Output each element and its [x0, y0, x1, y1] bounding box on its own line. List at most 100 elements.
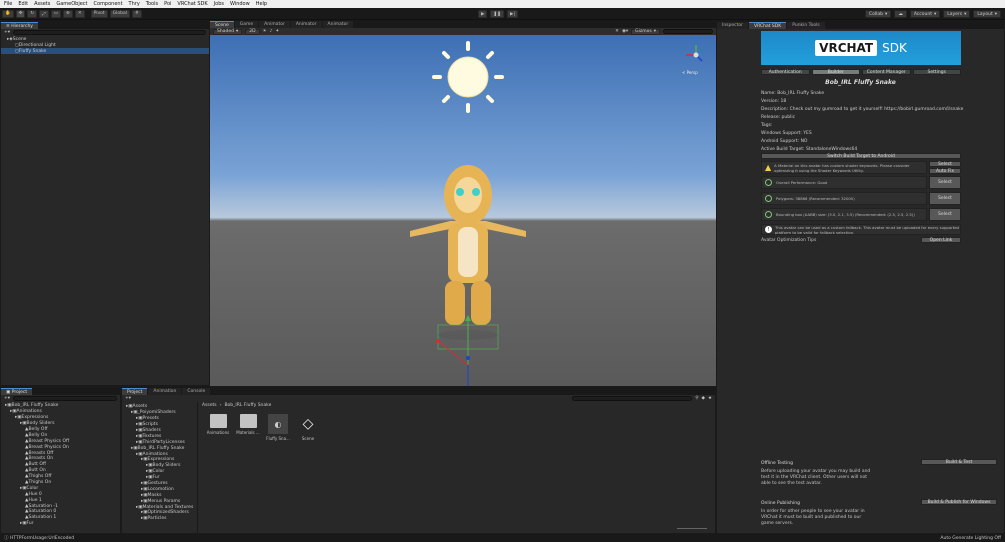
menu-item[interactable]: GameObject: [56, 1, 87, 7]
check-select-button[interactable]: Select: [929, 176, 961, 189]
step-icon[interactable]: ▶|: [507, 10, 518, 18]
menu-item[interactable]: VRChat SDK: [177, 1, 207, 7]
breadcrumb-item[interactable]: Assets: [202, 403, 217, 408]
check-ok-icon: [765, 211, 772, 218]
cloud-icon[interactable]: ☁: [894, 10, 907, 18]
tab-scene-view[interactable]: Scene: [210, 21, 234, 28]
sdk-tab[interactable]: Content Manager: [862, 69, 911, 75]
star-icon[interactable]: ★: [708, 396, 712, 401]
menu-item[interactable]: Tools: [146, 1, 158, 7]
sdk-tab[interactable]: Settings: [912, 69, 961, 75]
tab-scene-view[interactable]: Animator: [322, 21, 354, 28]
switch-build-target-button[interactable]: Switch Build Target to Android: [761, 153, 961, 159]
menu-item[interactable]: Component: [94, 1, 123, 7]
hand-tool-icon[interactable]: ✋: [2, 9, 14, 18]
scale-tool-icon[interactable]: ⤢: [39, 9, 49, 18]
check-select-button[interactable]: Select: [929, 192, 961, 205]
project-search-input[interactable]: [13, 396, 117, 401]
tab-assets[interactable]: Animation: [148, 388, 182, 395]
scene-viewport[interactable]: < Persp: [210, 35, 716, 386]
asset-item[interactable]: ◇ Scene: [296, 414, 320, 441]
custom-tool-icon[interactable]: ✕: [74, 9, 85, 18]
tab-hierarchy[interactable]: ≡ Hierarchy: [1, 22, 38, 29]
tree-item-label: Animations: [142, 451, 168, 457]
global-toggle[interactable]: Global: [109, 9, 131, 18]
add-icon[interactable]: +▾: [4, 30, 10, 35]
menu-item[interactable]: Help: [256, 1, 267, 7]
hierarchy-item[interactable]: ◻ Fluffy Snake: [1, 48, 209, 54]
audio-icon[interactable]: ♪: [270, 29, 273, 34]
menu-item[interactable]: Edit: [18, 1, 28, 7]
camera-icon[interactable]: ◉▾: [622, 29, 628, 34]
persp-label[interactable]: < Persp: [682, 70, 698, 75]
asset-item[interactable]: Materials ...: [236, 414, 260, 441]
account-dropdown[interactable]: Account ▾: [909, 10, 941, 18]
add-icon[interactable]: +▾: [125, 396, 131, 401]
move-tool-icon[interactable]: ✥: [15, 9, 26, 18]
open-link-button[interactable]: Open Link: [921, 237, 961, 243]
avatar-info-line: Name: Bob_IRL Fluffy Snake: [761, 90, 825, 96]
check-select-button[interactable]: Select: [929, 208, 961, 221]
menu-item[interactable]: Window: [230, 1, 250, 7]
menu-item[interactable]: File: [4, 1, 12, 7]
tips-label: Avatar Optimization Tips: [761, 237, 817, 243]
pivot-toggle[interactable]: Pivot: [90, 9, 108, 18]
collab-dropdown[interactable]: Collab ▾: [865, 10, 892, 18]
warning-select-button[interactable]: Select: [929, 161, 961, 167]
hierarchy-search-input[interactable]: [13, 30, 206, 35]
shading-dropdown[interactable]: Shaded ▾: [213, 28, 243, 35]
tree-item[interactable]: ▸▣ Particles: [122, 516, 197, 522]
menu-item[interactable]: Thry: [129, 1, 140, 7]
tab-inspector[interactable]: Inspector: [717, 22, 748, 29]
menu-item[interactable]: Poi: [164, 1, 171, 7]
scene-search-input[interactable]: [663, 29, 713, 34]
vrchat-logo-text: VRCHAT: [815, 40, 878, 56]
tools-icon[interactable]: ✕: [615, 29, 619, 34]
sdk-tab[interactable]: Authentication: [761, 69, 810, 75]
pause-icon[interactable]: ❚❚: [490, 10, 505, 18]
offline-testing-section: Offline Testing Before uploading your av…: [761, 459, 997, 487]
gizmos-dropdown[interactable]: Gizmos ▾: [631, 28, 660, 35]
menu-item[interactable]: Jobs: [214, 1, 224, 7]
check-ok-icon: [765, 195, 772, 202]
add-icon[interactable]: +▾: [4, 396, 10, 401]
rect-tool-icon[interactable]: ▭: [50, 9, 62, 18]
transform-tool-icon[interactable]: ⊕: [63, 9, 73, 18]
assets-header: +▾ ⚲ ◆ ★: [122, 395, 715, 402]
status-left-text: HTTPFormUsage:UrlEncoded: [9, 536, 75, 541]
sdk-logo-text: SDK: [882, 41, 907, 55]
tree-item[interactable]: ▸▣ Fur: [1, 521, 120, 527]
tab-assets[interactable]: Project: [122, 388, 148, 395]
label-icon[interactable]: ◆: [701, 396, 704, 401]
asset-item[interactable]: ◐ Fluffy Sna...: [266, 414, 290, 441]
breadcrumb-item[interactable]: Bob_IRL Fluffy Snake: [224, 403, 271, 408]
tab-scene-view[interactable]: Game: [234, 21, 259, 28]
effects-icon[interactable]: ✦: [275, 29, 279, 34]
light-icon[interactable]: ☀: [263, 29, 267, 34]
tab-assets[interactable]: Console: [182, 388, 211, 395]
mode-2d-toggle[interactable]: 2D: [245, 28, 260, 35]
menu-item[interactable]: Assets: [34, 1, 50, 7]
tab-scene-view[interactable]: Animator: [259, 21, 290, 28]
account-tools: Collab ▾ ☁ Account ▾ Layers ▾ Layout ▾: [865, 10, 1001, 18]
status-right-text: Auto Generate Lighting Off: [940, 535, 1001, 541]
build-publish-button[interactable]: Build & Publish for Windows: [921, 499, 997, 505]
tab-project[interactable]: ▣ Project: [1, 388, 33, 395]
tab-inspector[interactable]: Punkin Tools: [787, 22, 825, 29]
tab-scene-view[interactable]: Animator: [290, 21, 322, 28]
tab-inspector[interactable]: VRChat SDK: [749, 22, 787, 29]
layers-dropdown[interactable]: Layers ▾: [943, 10, 971, 18]
sdk-tab[interactable]: Builder: [811, 69, 860, 75]
auto-fix-button[interactable]: Auto Fix: [929, 168, 961, 174]
rotate-tool-icon[interactable]: ↻: [27, 9, 38, 18]
zoom-slider[interactable]: [677, 528, 707, 529]
assets-search-input[interactable]: [572, 396, 693, 401]
avatar-info-line: Android Support: NO: [761, 138, 808, 144]
asset-item[interactable]: Animations: [206, 414, 230, 441]
grid-snap-icon[interactable]: #: [132, 9, 142, 18]
build-test-button[interactable]: Build & Test: [921, 459, 997, 465]
filter-icon[interactable]: ⚲: [695, 396, 698, 401]
play-icon[interactable]: ▶: [478, 10, 488, 18]
warning-row: ▲ A Material on this avatar has custom s…: [761, 161, 961, 174]
layout-dropdown[interactable]: Layout ▾: [973, 10, 1001, 18]
